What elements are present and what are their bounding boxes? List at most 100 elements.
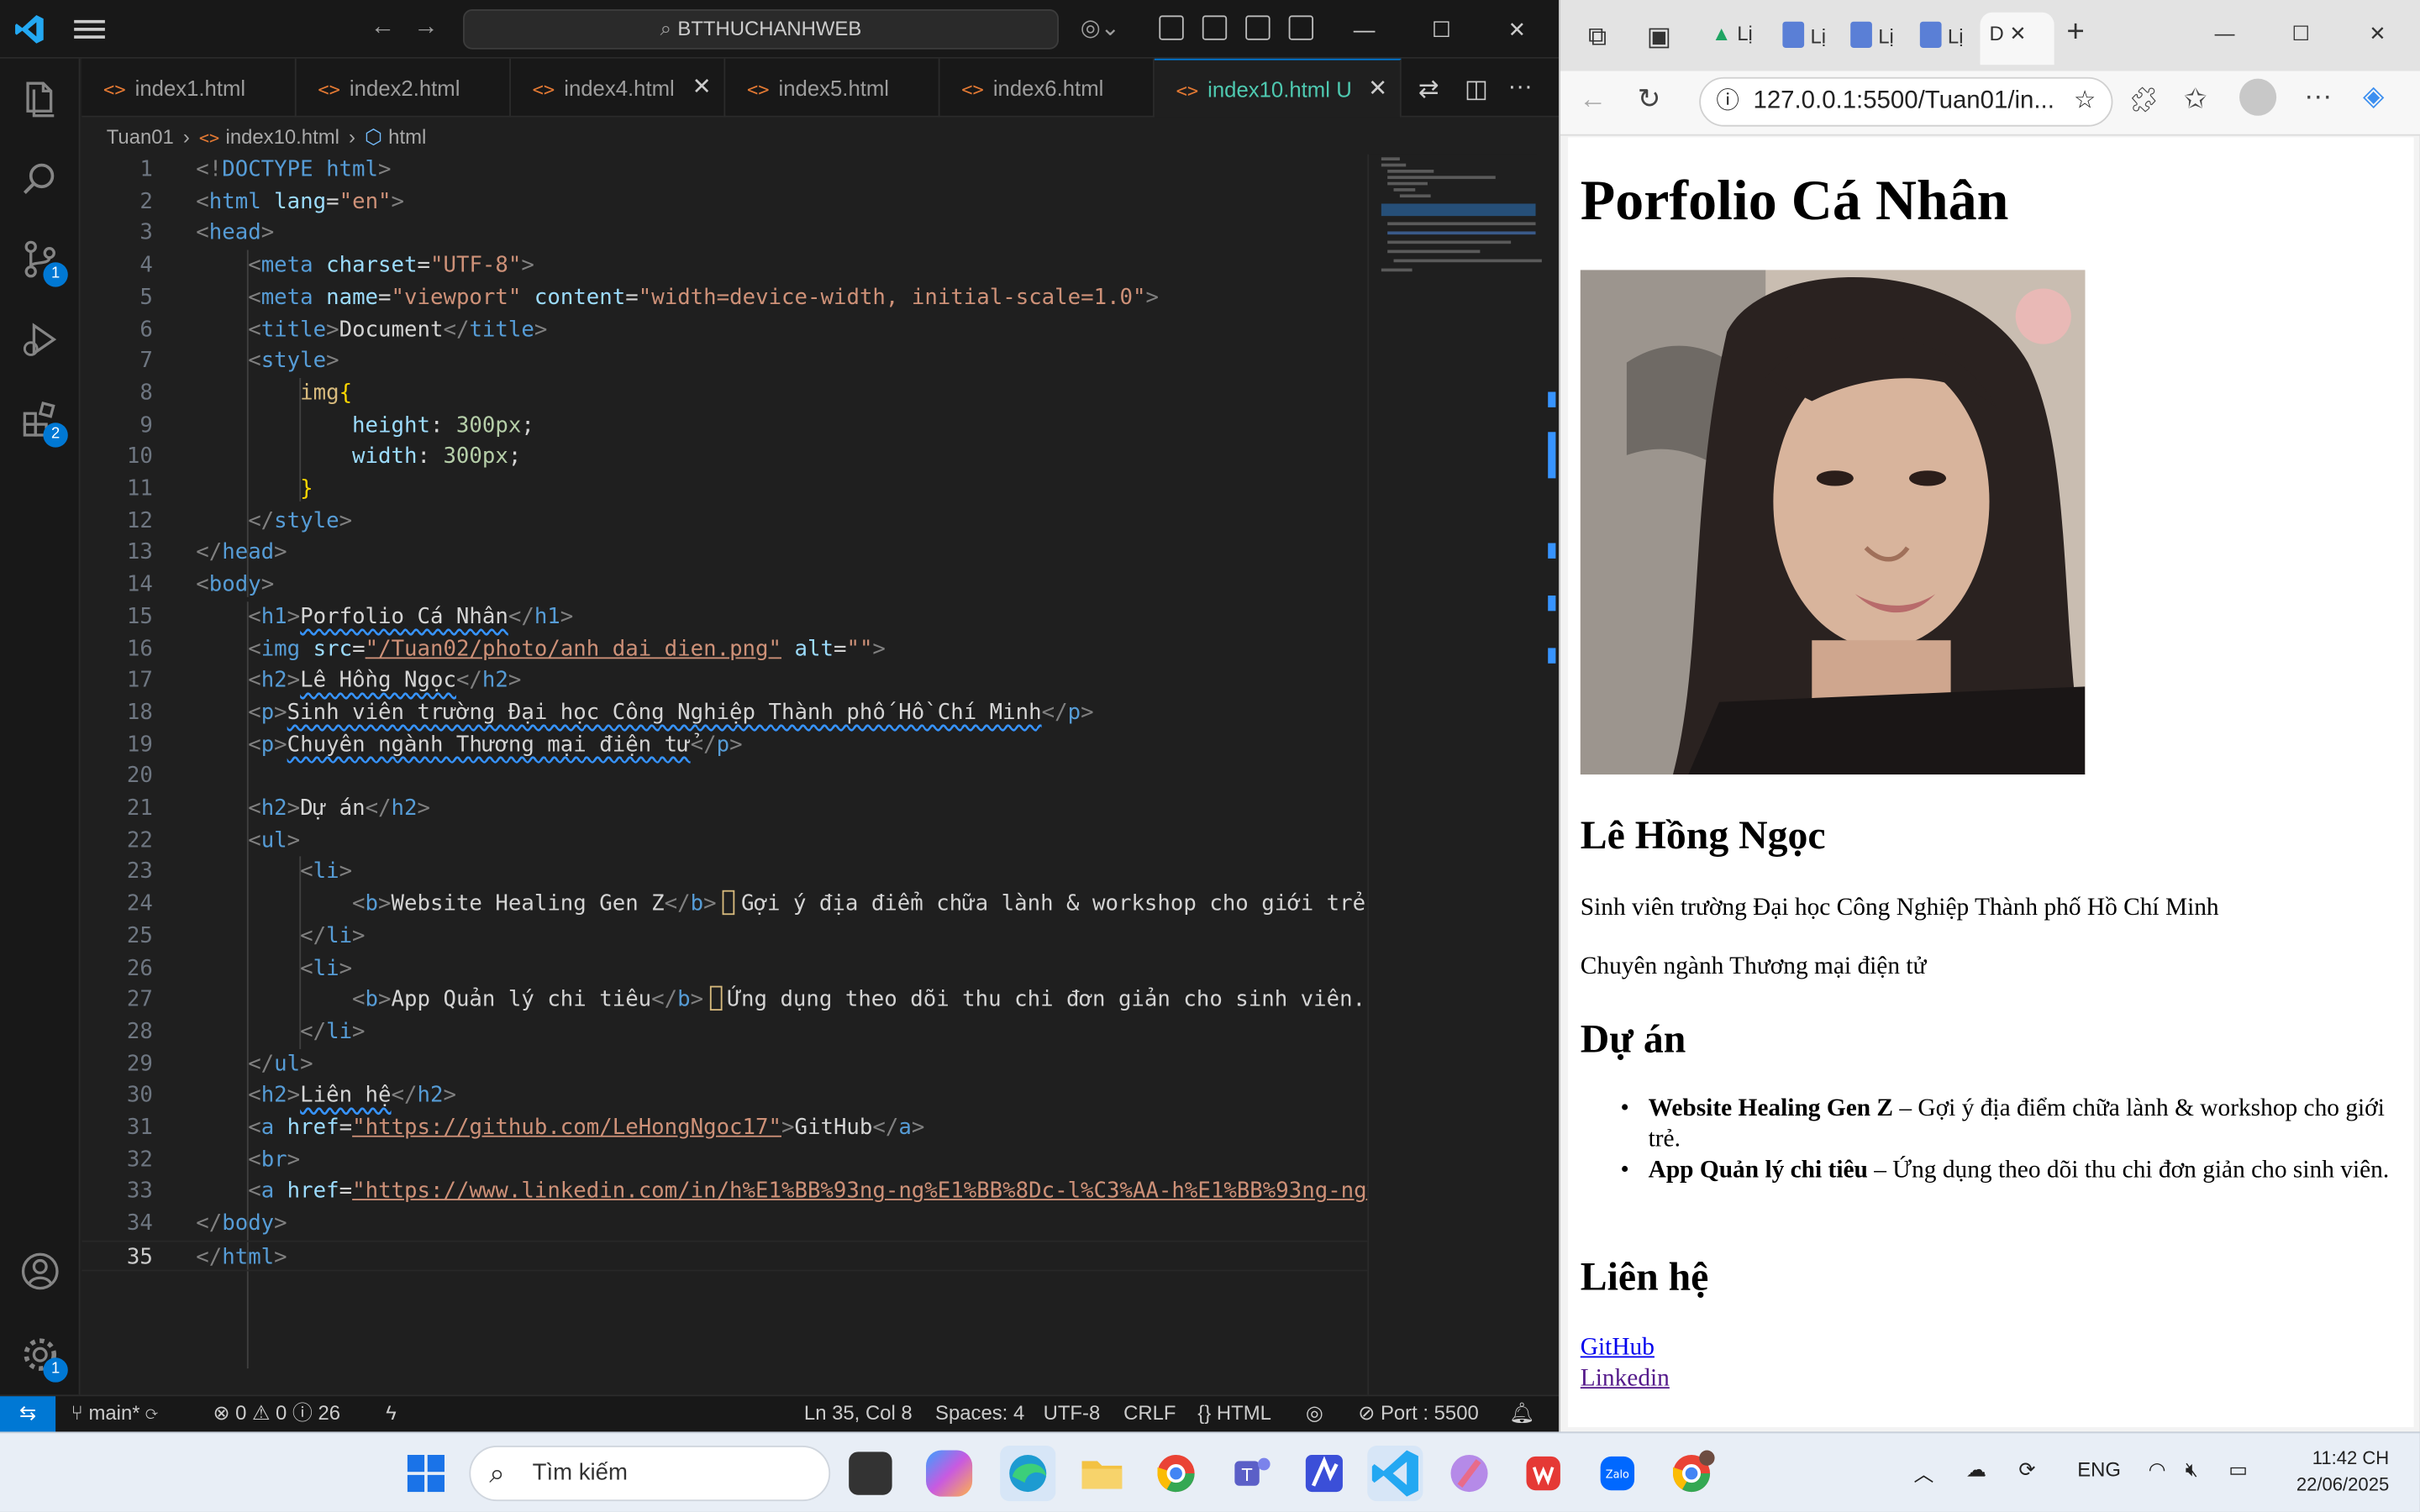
language-status[interactable]: {} HTML bbox=[1197, 1396, 1271, 1430]
browser-tab[interactable]: Lị bbox=[1782, 21, 1826, 48]
address-bar[interactable]: ⓘ 127.0.0.1:5500/Tuan01/in... ☆ bbox=[1699, 76, 2113, 127]
close-tab-icon[interactable]: ✕ bbox=[1368, 60, 1387, 119]
wps-office-icon[interactable] bbox=[1516, 1446, 1571, 1501]
breadcrumb-symbol[interactable]: html bbox=[388, 125, 426, 149]
minimap[interactable] bbox=[1367, 154, 1542, 1395]
tab-index4[interactable]: <> index4.html ✕ bbox=[511, 58, 726, 118]
copilot-icon[interactable]: ◎⌄ bbox=[1081, 14, 1120, 41]
code-p-text: Chuyên ngành Thương mại điện tử bbox=[287, 732, 691, 758]
remote-indicator-icon[interactable]: ⇆ bbox=[0, 1396, 56, 1432]
close-window-icon[interactable]: ✕ bbox=[1486, 9, 1548, 50]
manage-gear-icon[interactable]: 1 bbox=[18, 1333, 68, 1383]
extensions-icon[interactable]: 2 bbox=[18, 398, 68, 448]
browser-tab[interactable]: ▲ Lị bbox=[1712, 22, 1753, 45]
open-changes-icon[interactable]: ⇄ bbox=[1418, 74, 1439, 105]
teams-icon[interactable]: T bbox=[1223, 1446, 1278, 1501]
editor-tab-bar: <> index1.html <> index2.html <> index4.htm… bbox=[82, 58, 1560, 119]
html-file-icon: <> bbox=[318, 78, 340, 101]
chrome-icon[interactable] bbox=[1149, 1446, 1204, 1501]
back-arrow-icon[interactable]: ← bbox=[371, 14, 395, 42]
settings-more-icon[interactable]: ··· bbox=[2304, 81, 2332, 113]
battery-icon[interactable]: ▭ bbox=[2228, 1458, 2248, 1483]
app-icon[interactable] bbox=[1297, 1446, 1352, 1501]
cursor-position[interactable]: Ln 35, Col 8 bbox=[804, 1396, 913, 1430]
customize-layout-icon[interactable] bbox=[1159, 15, 1184, 40]
maximize-icon[interactable]: ☐ bbox=[2291, 22, 2309, 46]
live-server-status[interactable]: ⊘ Port : 5500 bbox=[1358, 1396, 1478, 1430]
edge-app-icon[interactable] bbox=[1000, 1445, 1056, 1502]
linkedin-link[interactable]: Linkedin bbox=[1581, 1365, 1670, 1393]
wifi-icon[interactable]: ◠ bbox=[2149, 1458, 2166, 1483]
account-icon[interactable] bbox=[18, 1250, 61, 1293]
hamburger-menu-icon[interactable] bbox=[74, 15, 105, 43]
minimize-icon[interactable]: — bbox=[1334, 9, 1395, 50]
file-explorer-icon[interactable] bbox=[1074, 1446, 1129, 1501]
show-hidden-icons-icon[interactable]: ︿ bbox=[1914, 1458, 1934, 1488]
notifications-bell-icon[interactable]: 🔔︎ bbox=[1509, 1396, 1534, 1430]
close-tab-icon[interactable]: ✕ bbox=[692, 59, 712, 118]
volume-muted-icon[interactable]: 🔇︎ bbox=[2186, 1458, 2198, 1483]
close-window-icon[interactable]: ✕ bbox=[2369, 22, 2386, 46]
forward-arrow-icon[interactable]: → bbox=[413, 14, 438, 42]
eol-status[interactable]: CRLF bbox=[1123, 1396, 1176, 1430]
branch-status[interactable]: ⑂ main* ⟳ bbox=[71, 1396, 157, 1430]
toggle-sidebar-icon[interactable] bbox=[1202, 15, 1228, 40]
tab-index6[interactable]: <> index6.html bbox=[940, 58, 1155, 118]
run-debug-icon[interactable] bbox=[18, 318, 61, 360]
task-view-icon[interactable] bbox=[849, 1452, 892, 1495]
copilot-icon[interactable]: ◈ bbox=[2363, 81, 2384, 113]
encoding-status[interactable]: UTF-8 bbox=[1044, 1396, 1101, 1430]
favorite-star-icon[interactable]: ☆ bbox=[2074, 79, 2096, 125]
favorites-icon[interactable]: ✩ bbox=[2184, 83, 2207, 116]
command-center-search[interactable]: ⌕ BTTHUCHANHWEB bbox=[463, 9, 1059, 50]
new-tab-icon[interactable]: + bbox=[2066, 15, 2084, 50]
split-editor-icon[interactable]: ◫ bbox=[1465, 74, 1488, 105]
chrome-profile-icon[interactable] bbox=[1664, 1446, 1719, 1501]
indentation-status[interactable]: Spaces: 4 bbox=[935, 1396, 1024, 1430]
line-number: 34 bbox=[126, 1210, 153, 1236]
breadcrumb-folder[interactable]: Tuan01 bbox=[107, 125, 174, 149]
maximize-icon[interactable]: ☐ bbox=[1411, 9, 1472, 50]
code-editor[interactable]: 1 <!DOCTYPE html> 2 <html lang="en"> 3 <hea… bbox=[82, 155, 1368, 1395]
input-language[interactable]: ENG bbox=[2077, 1458, 2121, 1482]
refresh-icon[interactable]: ↻ bbox=[1638, 83, 1661, 116]
browser-tab[interactable]: Lị bbox=[1919, 21, 1964, 48]
source-control-icon[interactable]: 1 bbox=[18, 238, 68, 287]
system-clock[interactable]: 11:42 CH 22/06/2025 bbox=[2296, 1446, 2389, 1498]
app-icon[interactable] bbox=[1441, 1446, 1497, 1501]
back-arrow-icon[interactable]: ← bbox=[1579, 83, 1607, 116]
close-tab-icon[interactable]: ✕ bbox=[2009, 22, 2026, 45]
tab-index1[interactable]: <> index1.html bbox=[82, 58, 297, 118]
browser-tab-active[interactable]: D ✕ bbox=[1980, 12, 2054, 66]
onedrive-cloud-icon[interactable]: ☁ bbox=[1966, 1458, 1986, 1483]
copilot-status-icon[interactable]: ◎ bbox=[1306, 1396, 1323, 1430]
workspaces-icon[interactable]: ⧉ bbox=[1588, 22, 1607, 53]
vertical-tabs-icon[interactable]: ▣ bbox=[1647, 22, 1672, 53]
tab-index10[interactable]: <> index10.html U ✕ bbox=[1154, 58, 1402, 119]
taskbar-search[interactable]: ⌕ Tìm kiếm bbox=[469, 1445, 831, 1502]
tab-index2[interactable]: <> index2.html bbox=[297, 58, 511, 118]
problems-status[interactable]: ⊗ 0 ⚠ 0 ⓘ 26 bbox=[213, 1396, 340, 1430]
vscode-app-icon[interactable] bbox=[1367, 1445, 1423, 1502]
github-link[interactable]: GitHub bbox=[1581, 1335, 1655, 1362]
zalo-icon[interactable]: Zalo bbox=[1590, 1446, 1645, 1501]
copilot-app-icon[interactable] bbox=[926, 1450, 973, 1497]
minimize-icon[interactable]: — bbox=[2215, 22, 2235, 45]
profile-avatar[interactable] bbox=[2239, 78, 2277, 116]
chevron-right-icon: › bbox=[348, 124, 355, 149]
extensions-icon[interactable]: 🧩︎ bbox=[2128, 85, 2160, 116]
sync-icon[interactable]: ⟳ bbox=[2018, 1458, 2035, 1483]
code-line: 21 <h2>Dự án</h2> bbox=[82, 793, 1367, 825]
start-button-icon[interactable] bbox=[398, 1446, 454, 1501]
code-line: 5 <meta name="viewport" content="width=d… bbox=[82, 282, 1367, 314]
toggle-panel-icon[interactable] bbox=[1245, 15, 1270, 40]
more-actions-icon[interactable]: ··· bbox=[1507, 74, 1532, 102]
search-icon[interactable] bbox=[18, 157, 61, 200]
browser-tab[interactable]: Lị bbox=[1850, 21, 1894, 48]
tab-index5[interactable]: <> index5.html bbox=[725, 58, 940, 118]
breadcrumb-file[interactable]: index10.html bbox=[226, 125, 339, 149]
source-control-badge: 1 bbox=[43, 262, 68, 287]
explorer-icon[interactable] bbox=[18, 77, 61, 120]
lightning-icon[interactable]: ϟ bbox=[386, 1396, 397, 1430]
toggle-secondary-sidebar-icon[interactable] bbox=[1288, 15, 1314, 40]
